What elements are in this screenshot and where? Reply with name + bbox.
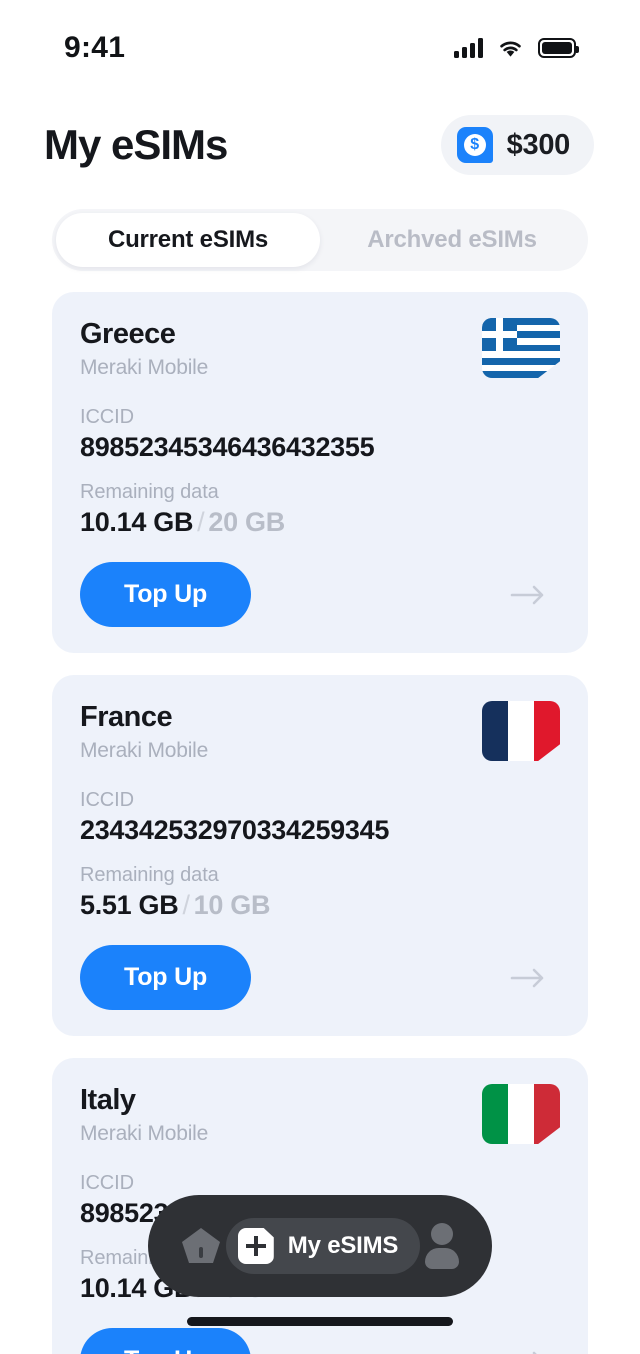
iccid-label: ICCID xyxy=(80,789,134,811)
cellular-signal-icon xyxy=(454,38,483,58)
esim-card[interactable]: Greece Meraki Mobile ICCID 8985234534643… xyxy=(52,292,588,653)
status-time: 9:41 xyxy=(64,31,126,64)
status-bar: 9:41 xyxy=(0,0,640,96)
iccid-label: ICCID xyxy=(80,406,134,428)
card-header: Greece Meraki Mobile xyxy=(80,318,560,380)
battery-full-icon xyxy=(538,38,579,58)
wifi-icon xyxy=(500,41,521,57)
data-total: 10 GB xyxy=(193,890,271,920)
page-header: My eSIMs $ $300 xyxy=(0,112,640,178)
card-actions: Top Up xyxy=(80,1328,560,1354)
carrier-name: Meraki Mobile xyxy=(80,739,209,762)
card-actions: Top Up xyxy=(80,562,560,627)
dollar-symbol: $ xyxy=(463,134,486,156)
tab-bar: Current eSIMs Archved eSIMs xyxy=(52,209,588,271)
country-name: Italy xyxy=(80,1084,136,1116)
home-icon[interactable] xyxy=(178,1223,224,1269)
dollar-coin-icon: $ xyxy=(456,127,493,163)
esim-card[interactable]: France Meraki Mobile ICCID 2343425329703… xyxy=(52,675,588,1036)
iccid-label: ICCID xyxy=(80,1172,134,1194)
phone-screen: 9:41 My eSIMs $ $300 Current eSIMs Archv… xyxy=(0,0,640,1354)
data-remaining: 5.51 GB xyxy=(80,890,179,920)
iccid-value: 234342532970334259345 xyxy=(80,815,390,845)
tab-current-esims[interactable]: Current eSIMs xyxy=(56,213,320,267)
flag-italy-icon xyxy=(482,1084,560,1144)
carrier-name: Meraki Mobile xyxy=(80,1122,209,1145)
nav-item-my-esims[interactable]: My eSIMS xyxy=(225,1218,421,1274)
card-actions: Top Up xyxy=(80,945,560,1010)
arrow-right-icon[interactable] xyxy=(506,1349,550,1354)
remaining-data-label: Remaining data xyxy=(80,864,219,886)
top-up-button[interactable]: Top Up xyxy=(80,945,252,1010)
card-header: Italy Meraki Mobile xyxy=(80,1084,560,1146)
flag-france-icon xyxy=(482,701,560,761)
tab-archived-esims[interactable]: Archved eSIMs xyxy=(320,213,584,267)
data-total: 20 GB xyxy=(208,507,285,537)
status-icons xyxy=(454,38,579,58)
page-title: My eSIMs xyxy=(44,121,228,168)
arrow-right-icon[interactable] xyxy=(506,966,550,990)
data-remaining: 10.14 GB xyxy=(80,507,194,537)
home-indicator xyxy=(187,1317,453,1326)
data-slash: / xyxy=(197,507,205,537)
iccid-value: 89852345346436432355 xyxy=(80,432,375,462)
country-name: France xyxy=(80,701,173,733)
remaining-data-value: 10.14 GB/20 GB xyxy=(80,507,560,538)
balance-button[interactable]: $ $300 xyxy=(440,115,594,175)
top-up-button[interactable]: Top Up xyxy=(80,1328,252,1354)
card-header: France Meraki Mobile xyxy=(80,701,560,763)
country-name: Greece xyxy=(80,318,176,350)
flag-greece-icon xyxy=(482,318,560,378)
top-up-button[interactable]: Top Up xyxy=(80,562,252,627)
nav-item-label: My eSIMS xyxy=(287,1232,399,1259)
balance-amount: $300 xyxy=(506,128,571,161)
sim-card-icon xyxy=(237,1228,274,1264)
data-slash: / xyxy=(182,890,190,920)
remaining-data-label: Remaining data xyxy=(80,481,219,503)
bottom-navigation-bar: My eSIMS xyxy=(148,1195,492,1297)
remaining-data-value: 5.51 GB/10 GB xyxy=(80,890,560,921)
carrier-name: Meraki Mobile xyxy=(80,356,209,379)
person-icon[interactable] xyxy=(422,1223,462,1269)
arrow-right-icon[interactable] xyxy=(506,583,550,607)
